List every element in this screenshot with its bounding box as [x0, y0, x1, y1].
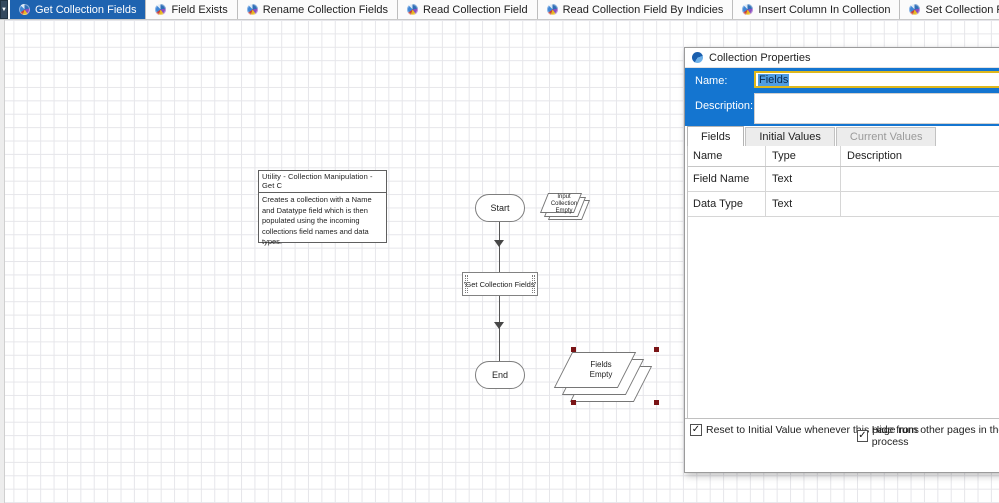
page-icon — [407, 4, 418, 15]
selection-handle[interactable] — [654, 347, 659, 352]
tab-label: Current Values — [850, 131, 923, 143]
start-label: Start — [490, 203, 509, 213]
fields-table: Name Type Description Field Name Text Da… — [687, 146, 999, 217]
note-body: Creates a collection with a Name and Dat… — [259, 193, 386, 250]
subsheet-stage-get-collection-fields[interactable]: 'Get Collection Fields' — [462, 272, 538, 296]
tab-label: Insert Column In Collection — [758, 4, 890, 16]
input-collection-stage[interactable]: Input Collection Empty — [541, 193, 591, 221]
note-title: Utility - Collection Manipulation - Get … — [259, 171, 386, 193]
selection-handle[interactable] — [654, 400, 659, 405]
fields-collection-label: Fields Empty — [558, 360, 644, 380]
end-stage[interactable]: End — [475, 361, 525, 389]
tab-label: Initial Values — [759, 131, 821, 143]
canvas-left-edge — [0, 20, 5, 503]
page-icon — [742, 4, 753, 15]
chevron-down-icon: ▼ — [1, 7, 7, 13]
tab-label: Set Collection Field — [925, 4, 999, 16]
dialog-title-bar[interactable]: Collection Properties — [685, 48, 999, 68]
subsheet-bar-icon — [532, 275, 535, 293]
page-icon — [547, 4, 558, 15]
name-label: Name: — [695, 75, 727, 87]
dialog-tab-strip: Fields Initial Values Current Values — [687, 126, 999, 146]
page-icon — [155, 4, 166, 15]
tab-label: Rename Collection Fields — [263, 4, 388, 16]
hide-from-other-pages-checkbox[interactable]: ✓ Hide from other pages in the process — [857, 424, 999, 448]
tab-fields[interactable]: Fields — [687, 126, 744, 146]
tab-label: Read Collection Field — [423, 4, 528, 16]
column-header-description[interactable]: Description — [841, 150, 999, 162]
tab-initial-values[interactable]: Initial Values — [745, 127, 835, 146]
dialog-options-row: ✓ Reset to Initial Value whenever this p… — [685, 424, 999, 440]
checkbox-checked-icon[interactable]: ✓ — [690, 424, 702, 436]
description-label: Description: — [695, 100, 753, 112]
dialog-header-panel: Name: Fields Description: — [685, 68, 999, 126]
description-input[interactable] — [754, 93, 999, 124]
table-row[interactable]: Data Type Text — [687, 192, 999, 217]
cell-name[interactable]: Field Name — [687, 167, 766, 191]
selection-handle[interactable] — [571, 347, 576, 352]
selection-handle[interactable] — [571, 400, 576, 405]
tab-field-exists[interactable]: Field Exists — [145, 0, 236, 19]
subsheet-bar-icon — [465, 275, 468, 293]
tab-current-values[interactable]: Current Values — [836, 127, 937, 146]
column-header-type[interactable]: Type — [766, 146, 841, 166]
tab-read-collection-field-by-indicies[interactable]: Read Collection Field By Indicies — [537, 0, 733, 19]
table-row[interactable]: Field Name Text — [687, 167, 999, 192]
fields-collection-stage[interactable]: Fields Empty — [554, 350, 666, 410]
tab-get-collection-fields[interactable]: Get Collection Fields — [10, 0, 146, 19]
tab-list-dropdown-button[interactable]: ▼ — [0, 0, 8, 19]
table-header-row: Name Type Description — [687, 146, 999, 167]
dialog-title: Collection Properties — [709, 52, 811, 64]
connector-line[interactable] — [499, 222, 500, 272]
name-input[interactable]: Fields — [754, 71, 999, 88]
page-icon — [19, 4, 30, 15]
column-header-name[interactable]: Name — [687, 146, 766, 166]
app-window: ▼ Get Collection Fields Field Exists Ren… — [0, 0, 999, 503]
tab-label: Fields — [701, 131, 730, 143]
page-icon — [247, 4, 258, 15]
collection-properties-dialog: Collection Properties Name: Fields Descr… — [684, 47, 999, 473]
tab-label: Read Collection Field By Indicies — [563, 4, 724, 16]
checkbox-checked-icon[interactable]: ✓ — [857, 430, 868, 442]
checkbox-label: Hide from other pages in the process — [872, 424, 999, 448]
table-left-border — [687, 146, 688, 418]
tab-label: Get Collection Fields — [35, 4, 137, 16]
note-stage[interactable]: Utility - Collection Manipulation - Get … — [258, 170, 387, 243]
page-tab-bar: ▼ Get Collection Fields Field Exists Ren… — [0, 0, 999, 20]
tab-rename-collection-fields[interactable]: Rename Collection Fields — [237, 0, 397, 19]
collection-icon — [692, 52, 703, 63]
tab-set-collection-field[interactable]: Set Collection Field — [899, 0, 999, 19]
subsheet-label: 'Get Collection Fields' — [464, 280, 536, 289]
arrowhead-icon — [494, 322, 504, 329]
cell-name[interactable]: Data Type — [687, 192, 766, 216]
page-icon — [909, 4, 920, 15]
start-stage[interactable]: Start — [475, 194, 525, 222]
arrowhead-icon — [494, 240, 504, 247]
dialog-separator — [685, 418, 999, 419]
input-collection-label: Input Collection Empty — [541, 194, 587, 215]
cell-type[interactable]: Text — [766, 167, 841, 191]
name-value-selected: Fields — [758, 74, 789, 86]
tab-read-collection-field[interactable]: Read Collection Field — [397, 0, 537, 19]
cell-type[interactable]: Text — [766, 192, 841, 216]
tab-label: Field Exists — [171, 4, 227, 16]
end-label: End — [492, 370, 508, 380]
tab-insert-column-in-collection[interactable]: Insert Column In Collection — [732, 0, 899, 19]
